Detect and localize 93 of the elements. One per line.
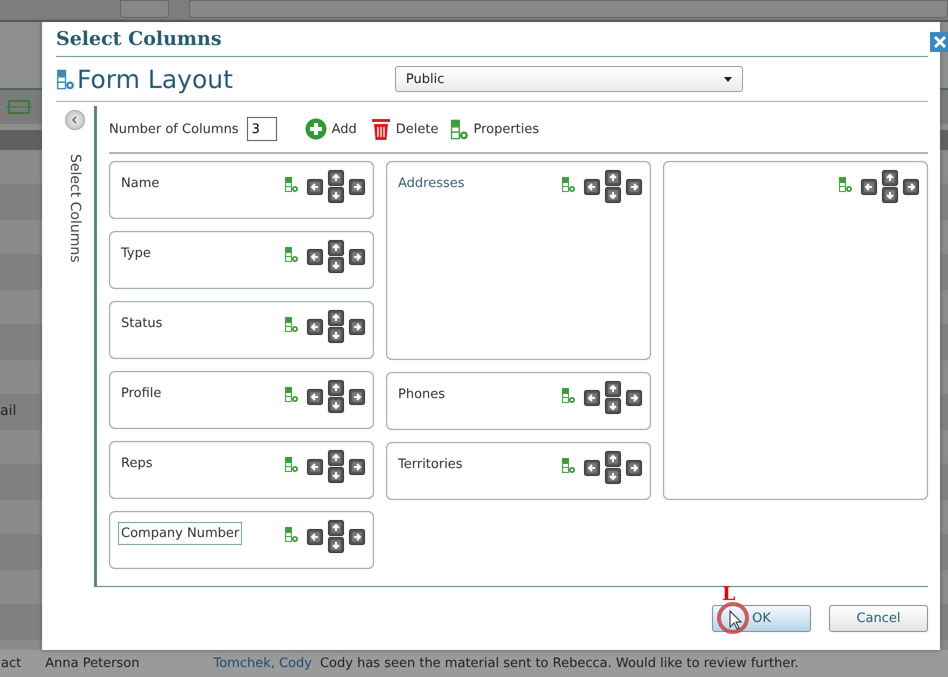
field-card[interactable]: Type	[109, 231, 374, 289]
table-cell: Anna Peterson	[45, 656, 140, 671]
properties-icon	[284, 386, 299, 403]
field-label[interactable]: Phones	[395, 383, 448, 406]
properties-icon	[561, 457, 576, 474]
trash-icon	[370, 118, 391, 140]
arrow-up-icon[interactable]	[328, 520, 344, 536]
arrow-left-icon[interactable]	[307, 249, 323, 265]
arrow-down-icon[interactable]	[605, 187, 621, 203]
arrow-right-icon[interactable]	[903, 179, 919, 195]
field-label[interactable]: Type	[118, 242, 154, 265]
arrow-right-icon[interactable]	[626, 460, 642, 476]
add-button[interactable]: Add	[304, 118, 357, 140]
arrow-right-icon[interactable]	[626, 390, 642, 406]
columns-label: Number of Columns	[109, 122, 239, 136]
field-card[interactable]: Addresses	[386, 161, 651, 360]
arrow-right-icon[interactable]	[349, 179, 365, 195]
field-label[interactable]: Territories	[395, 453, 466, 476]
arrow-left-icon[interactable]	[307, 459, 323, 475]
sidebar-title[interactable]: Select Columns	[67, 154, 83, 263]
form-layout-icon	[56, 68, 76, 90]
arrow-left-icon[interactable]	[307, 529, 323, 545]
properties-icon	[284, 316, 299, 333]
form-title: Form Layout	[77, 64, 233, 94]
arrow-left-icon[interactable]	[307, 319, 323, 335]
arrow-down-icon[interactable]	[328, 327, 344, 343]
arrow-left-icon[interactable]	[307, 179, 323, 195]
field-card[interactable]: Status	[109, 301, 374, 359]
arrow-right-icon[interactable]	[349, 389, 365, 405]
properties-icon	[838, 176, 853, 193]
arrow-down-icon[interactable]	[328, 257, 344, 273]
field-card[interactable]: Company Number	[109, 511, 374, 569]
arrow-up-icon[interactable]	[882, 170, 898, 186]
field-label[interactable]: Addresses	[395, 172, 468, 195]
arrow-left-icon[interactable]	[584, 390, 600, 406]
table-cell: Cody has seen the material sent to Rebecca. Would like to review further.	[320, 656, 799, 671]
properties-icon	[284, 176, 299, 193]
field-card[interactable]: Territories	[386, 442, 651, 500]
field-card[interactable]: Profile	[109, 371, 374, 429]
arrow-left-icon[interactable]	[307, 389, 323, 405]
arrow-up-icon[interactable]	[328, 170, 344, 186]
arrow-left-icon[interactable]	[584, 179, 600, 195]
arrow-up-icon[interactable]	[328, 380, 344, 396]
field-card[interactable]	[663, 161, 928, 500]
arrow-right-icon[interactable]	[349, 319, 365, 335]
field-card[interactable]: Name	[109, 161, 374, 219]
cancel-button[interactable]: Cancel	[829, 605, 928, 632]
arrow-up-icon[interactable]	[605, 451, 621, 467]
properties-icon	[284, 246, 299, 263]
properties-icon	[561, 387, 576, 404]
plus-icon	[304, 118, 327, 140]
arrow-up-icon[interactable]	[605, 381, 621, 397]
arrow-down-icon[interactable]	[328, 187, 344, 203]
arrow-up-icon[interactable]	[328, 450, 344, 466]
properties-icon	[450, 118, 471, 140]
toolbar-icon	[6, 97, 32, 117]
arrow-right-icon[interactable]	[626, 179, 642, 195]
layout-dropdown[interactable]: Public	[394, 66, 743, 92]
arrow-right-icon[interactable]	[349, 249, 365, 265]
arrow-down-icon[interactable]	[605, 468, 621, 484]
arrow-down-icon[interactable]	[328, 467, 344, 483]
field-label[interactable]: Reps	[118, 452, 156, 475]
arrow-up-icon[interactable]	[328, 310, 344, 326]
field-label[interactable]: Profile	[118, 382, 164, 405]
column-label: ail	[0, 403, 16, 419]
properties-button[interactable]: Properties	[452, 120, 540, 138]
columns-input[interactable]: 3	[246, 117, 277, 141]
properties-icon	[561, 176, 576, 193]
dropdown-caret-icon	[724, 76, 732, 82]
arrow-down-icon[interactable]	[328, 537, 344, 553]
click-highlight-icon	[716, 601, 750, 635]
table-cell: act	[1, 656, 22, 671]
click-marker: L	[722, 583, 736, 605]
delete-button[interactable]: Delete	[370, 118, 438, 140]
collapse-button[interactable]	[65, 110, 85, 130]
arrow-left-icon[interactable]	[861, 179, 877, 195]
field-label[interactable]: Company Number	[118, 522, 242, 545]
arrow-down-icon[interactable]	[328, 397, 344, 413]
field-label[interactable]: Name	[118, 172, 162, 195]
field-card[interactable]: Reps	[109, 441, 374, 499]
arrow-down-icon[interactable]	[605, 398, 621, 414]
arrow-right-icon[interactable]	[349, 459, 365, 475]
field-label[interactable]: Status	[118, 312, 166, 335]
arrow-up-icon[interactable]	[328, 240, 344, 256]
properties-icon	[284, 526, 299, 543]
field-card[interactable]: Phones	[386, 372, 651, 430]
close-button[interactable]	[930, 32, 948, 52]
arrow-left-icon[interactable]	[584, 460, 600, 476]
arrow-right-icon[interactable]	[349, 529, 365, 545]
dialog-title: Select Columns	[56, 28, 222, 50]
arrow-up-icon[interactable]	[605, 170, 621, 186]
properties-icon	[284, 456, 299, 473]
arrow-down-icon[interactable]	[882, 187, 898, 203]
